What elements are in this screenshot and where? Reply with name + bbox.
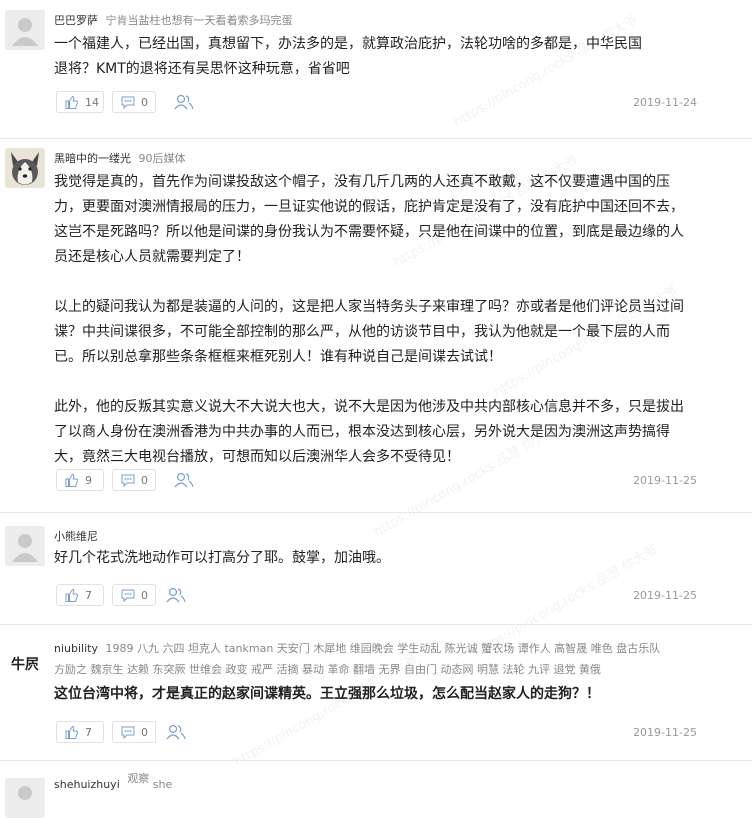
avatar[interactable] bbox=[5, 778, 45, 818]
default-avatar-icon bbox=[5, 778, 45, 818]
divider bbox=[0, 138, 752, 139]
comment-paragraph: 我觉得是真的，首先作为间谍投敌这个帽子，没有几斤几两的人还真不敢戴，这不仅要遭遇… bbox=[54, 174, 684, 265]
divider bbox=[0, 760, 752, 761]
comment-date: 2019-11-24 bbox=[633, 96, 697, 109]
avatar-text: 牛屄 bbox=[11, 657, 39, 673]
comment-icon bbox=[121, 474, 135, 487]
comment-icon bbox=[121, 589, 135, 602]
reply-button[interactable]: 0 bbox=[112, 584, 156, 606]
comment-item: 巴巴罗萨 宁肯当盐柱也想有一天看着索多玛完蛋 一个福建人，已经出国，真想留下，办… bbox=[0, 0, 752, 125]
username-link[interactable]: niubility bbox=[54, 642, 98, 655]
reply-count: 0 bbox=[141, 95, 148, 109]
reply-count: 0 bbox=[141, 725, 148, 739]
comment-item: shehuizhuyi 观察 she bbox=[0, 762, 752, 818]
comment-paragraph: 好几个花式洗地动作可以打高分了耶。鼓掌，加油哦。 bbox=[54, 550, 390, 566]
like-count: 14 bbox=[85, 95, 99, 109]
comment-meta: 黑暗中的一缕光 90后媒体 bbox=[54, 150, 186, 166]
thumbs-up-icon bbox=[65, 95, 79, 109]
divider bbox=[0, 512, 752, 513]
reply-button[interactable]: 0 bbox=[112, 721, 156, 743]
username-link[interactable]: 黑暗中的一缕光 bbox=[54, 152, 131, 165]
comment-line: 退将？KMT的退将还有吴思怀这种玩意，省省吧 bbox=[54, 61, 350, 77]
like-button[interactable]: 14 bbox=[56, 91, 104, 113]
husky-avatar-icon bbox=[5, 148, 45, 188]
comment-body: 我觉得是真的，首先作为间谍投敌这个帽子，没有几斤几两的人还真不敢戴，这不仅要遭遇… bbox=[54, 170, 694, 470]
comment-icon bbox=[121, 726, 135, 739]
like-count: 9 bbox=[85, 473, 92, 487]
like-button[interactable]: 7 bbox=[56, 721, 104, 743]
users-icon[interactable] bbox=[166, 586, 186, 604]
thumbs-up-icon bbox=[65, 473, 79, 487]
comment-date: 2019-11-25 bbox=[633, 726, 697, 739]
like-count: 7 bbox=[85, 725, 92, 739]
user-signature: 90后媒体 bbox=[138, 152, 186, 165]
like-button[interactable]: 9 bbox=[56, 469, 104, 491]
comment-item: 牛屄 niubility 1989 八九 六四 坦克人 tankman 天安门 … bbox=[0, 626, 752, 761]
thumbs-up-icon bbox=[65, 725, 79, 739]
comment-icon bbox=[121, 96, 135, 109]
comment-item: 小熊维尼 好几个花式洗地动作可以打高分了耶。鼓掌，加油哦。 7 0 2019-1… bbox=[0, 514, 752, 624]
username-link[interactable]: shehuizhuyi bbox=[54, 778, 120, 791]
comment-meta: 小熊维尼 bbox=[54, 528, 102, 544]
comment-paragraph: 此外，他的反叛其实意义说大不大说大也大，说不大是因为他涉及中共内部核心信息并不多… bbox=[54, 399, 684, 465]
reply-count: 0 bbox=[141, 473, 148, 487]
divider bbox=[0, 624, 752, 625]
avatar[interactable] bbox=[5, 148, 45, 188]
comment-meta: niubility 1989 八九 六四 坦克人 tankman 天安门 木犀地… bbox=[54, 640, 660, 679]
user-signature-extra: she bbox=[152, 778, 173, 791]
default-avatar-icon bbox=[5, 10, 45, 50]
comment-meta: 巴巴罗萨 宁肯当盐柱也想有一天看着索多玛完蛋 bbox=[54, 12, 293, 28]
users-icon[interactable] bbox=[174, 471, 194, 489]
comment-body: 这位台湾中将，才是真正的赵家间谍精英。王立强那么垃圾，怎么配当赵家人的走狗？！ bbox=[54, 682, 694, 707]
comment-body: 好几个花式洗地动作可以打高分了耶。鼓掌，加油哦。 bbox=[54, 546, 694, 571]
user-signature: 宁肯当盐柱也想有一天看着索多玛完蛋 bbox=[105, 14, 293, 27]
avatar[interactable] bbox=[5, 10, 45, 50]
like-count: 7 bbox=[85, 588, 92, 602]
username-link[interactable]: 小熊维尼 bbox=[54, 530, 98, 543]
like-button[interactable]: 7 bbox=[56, 584, 104, 606]
users-icon[interactable] bbox=[166, 723, 186, 741]
reply-count: 0 bbox=[141, 588, 148, 602]
comment-item: 黑暗中的一缕光 90后媒体 我觉得是真的，首先作为间谍投敌这个帽子，没有几斤几两… bbox=[0, 140, 752, 500]
avatar[interactable]: 牛屄 bbox=[5, 644, 45, 684]
user-signature: 1989 八九 六四 坦克人 tankman 天安门 木犀地 维园晚会 学生动乱… bbox=[105, 642, 661, 655]
comment-body: 一个福建人，已经出国，真想留下，办法多的是，就算政治庇护，法轮功啥的多都是，中华… bbox=[54, 32, 694, 82]
users-icon[interactable] bbox=[174, 93, 194, 111]
username-link[interactable]: 巴巴罗萨 bbox=[54, 14, 98, 27]
thumbs-up-icon bbox=[65, 588, 79, 602]
comment-date: 2019-11-25 bbox=[633, 474, 697, 487]
comment-paragraph: 这位台湾中将，才是真正的赵家间谍精英。王立强那么垃圾，怎么配当赵家人的走狗？！ bbox=[54, 686, 600, 702]
comment-paragraph: 以上的疑问我认为都是装逼的人问的，这是把人家当特务头子来审理了吗？亦或者是他们评… bbox=[54, 299, 684, 365]
avatar[interactable] bbox=[5, 526, 45, 566]
comment-date: 2019-11-25 bbox=[633, 589, 697, 602]
default-avatar-icon bbox=[5, 526, 45, 566]
user-signature: 观察 bbox=[127, 772, 150, 785]
reply-button[interactable]: 0 bbox=[112, 469, 156, 491]
user-signature: 方励之 魏京生 达赖 东突厥 世维会 政变 戒严 活摘 暴动 革命 翻墙 无界 … bbox=[54, 663, 601, 676]
reply-button[interactable]: 0 bbox=[112, 91, 156, 113]
comment-line: 一个福建人，已经出国，真想留下，办法多的是，就算政治庇护，法轮功啥的多都是，中华… bbox=[54, 36, 642, 52]
